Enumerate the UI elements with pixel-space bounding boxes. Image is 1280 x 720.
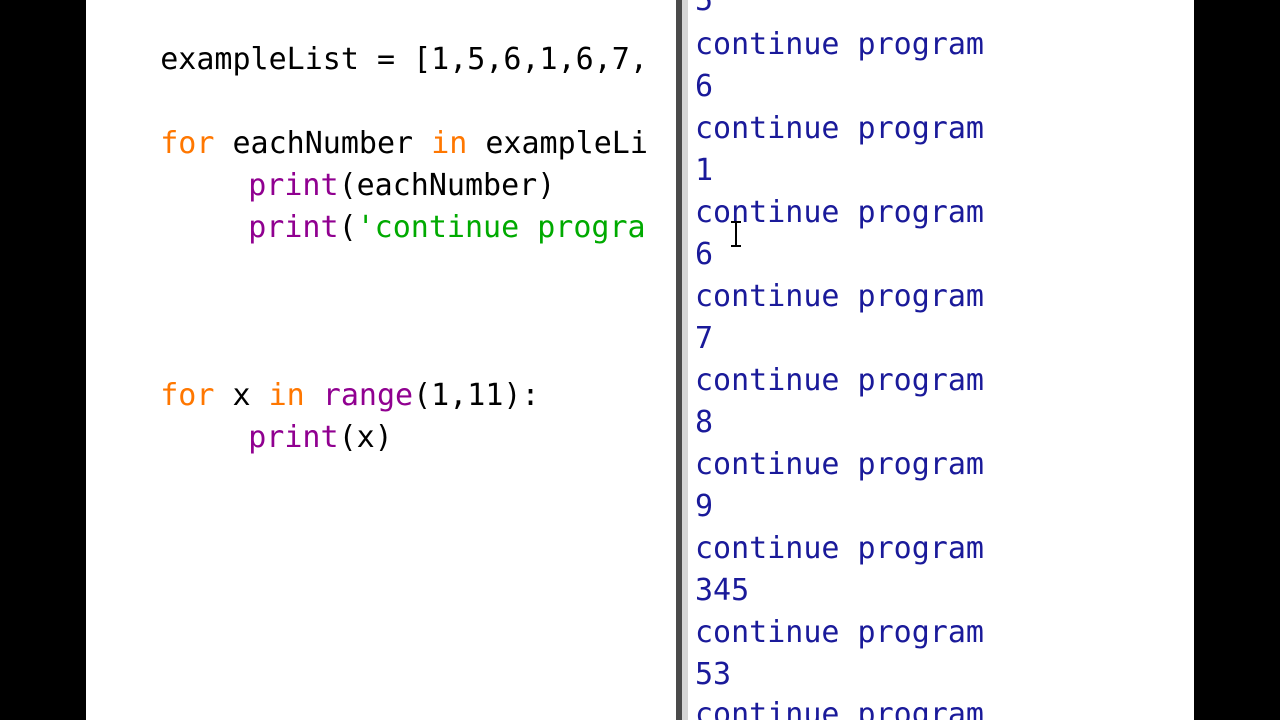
output-line: continue program <box>695 615 984 650</box>
output-line: 6 <box>695 69 714 104</box>
output-line: continue program <box>695 531 984 566</box>
code-text: (x) <box>338 420 393 455</box>
output-line: 1 <box>695 153 714 188</box>
output-line: continue program <box>695 27 984 62</box>
code-line-5[interactable]: for x in range(1,11): <box>88 333 539 413</box>
code-line-3[interactable]: print(eachNumber) <box>176 123 555 203</box>
output-line: continue program <box>695 279 984 314</box>
output-line: 8 <box>695 405 714 440</box>
output-line: continue program <box>695 697 984 720</box>
code-line-1[interactable]: exampleList = [1,5,6,1,6,7, <box>88 0 648 77</box>
output-line: continue program <box>695 447 984 482</box>
builtin-print: print <box>248 210 339 245</box>
text-cursor-icon <box>731 221 741 247</box>
code-editor[interactable]: exampleList = [1,5,6,1,6,7, for eachNumb… <box>86 0 676 720</box>
output-line: 53 <box>695 657 732 692</box>
code-line-2[interactable]: for eachNumber in exampleLi <box>88 81 648 161</box>
code-text: ( <box>338 210 357 245</box>
code-line-6[interactable]: print(x) <box>176 375 393 455</box>
shell-output-panel[interactable]: 5 continue program 6 continue program 1 … <box>688 0 1194 720</box>
output-line: 6 <box>695 237 714 272</box>
builtin-print: print <box>248 420 339 455</box>
code-text: exampleList = [1,5,6,1,6,7, <box>160 42 648 77</box>
output-line: continue program <box>695 111 984 146</box>
code-line-4[interactable]: print('continue progra <box>176 165 645 245</box>
output-line: 9 <box>695 489 714 524</box>
string-literal: 'continue progra <box>356 210 646 245</box>
output-line: 5 <box>695 0 714 18</box>
output-line: continue program <box>695 363 984 398</box>
output-line: 7 <box>695 321 714 356</box>
code-text: (1,11): <box>413 378 540 413</box>
output-line: 345 <box>695 573 750 608</box>
